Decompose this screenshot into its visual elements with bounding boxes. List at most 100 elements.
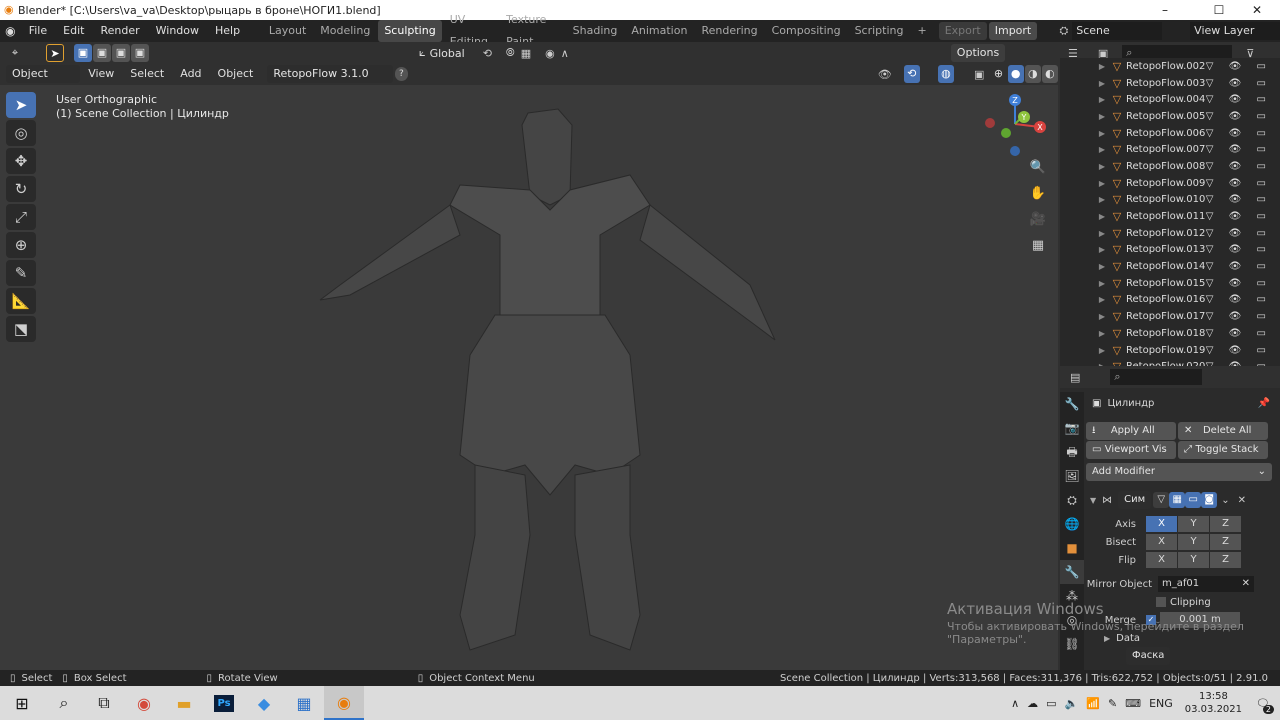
start-icon[interactable]: ⊞: [0, 686, 44, 720]
expand-arrow-icon[interactable]: ▶: [1096, 312, 1108, 321]
scene-tab-icon[interactable]: ⛭: [1060, 488, 1084, 512]
flip-x-toggle[interactable]: X: [1146, 552, 1177, 568]
edit-mode-icon[interactable]: ▦: [1169, 492, 1186, 508]
apply-all-button[interactable]: ⭳ Apply All: [1086, 422, 1176, 440]
visibility-toggles-icon[interactable]: ▽ 👁 ▭: [1206, 111, 1272, 122]
delete-all-button[interactable]: ✕ Delete All: [1178, 422, 1268, 440]
add-cube-tool-icon[interactable]: ⬔: [6, 316, 36, 342]
modifier-tab-icon[interactable]: 🔧: [1060, 560, 1084, 584]
snap-target-icon[interactable]: ▦: [521, 47, 531, 60]
menu-file[interactable]: File: [21, 20, 55, 42]
realtime-icon[interactable]: ▭: [1185, 492, 1202, 508]
editor-type-icon[interactable]: ⌖: [6, 44, 24, 62]
visibility-toggles-icon[interactable]: ▽ 👁 ▭: [1206, 78, 1272, 89]
outliner-row[interactable]: ▶ ▽ RetopoFlow.008 ▽ 👁 ▭: [1060, 158, 1280, 175]
pin-icon[interactable]: 📌: [1258, 398, 1270, 409]
object-tab-icon[interactable]: ■: [1060, 536, 1084, 560]
outliner-row[interactable]: ▶ ▽ RetopoFlow.003 ▽ 👁 ▭: [1060, 75, 1280, 92]
flip-z-toggle[interactable]: Z: [1210, 552, 1241, 568]
outliner-row[interactable]: ▶ ▽ RetopoFlow.007 ▽ 👁 ▭: [1060, 141, 1280, 158]
add-workspace-button[interactable]: +: [912, 20, 933, 42]
add-modifier-dropdown[interactable]: Add Modifier ⌄: [1086, 463, 1272, 481]
camera-icon[interactable]: 🎥: [1026, 212, 1050, 238]
annotate-tool-icon[interactable]: ✎: [6, 260, 36, 286]
menu-select[interactable]: Select: [122, 63, 172, 85]
visibility-toggles-icon[interactable]: ▽ 👁 ▭: [1206, 261, 1272, 272]
outliner-row[interactable]: ▶ ▽ RetopoFlow.012 ▽ 👁 ▭: [1060, 225, 1280, 242]
expand-arrow-icon[interactable]: ▶: [1096, 162, 1108, 171]
wireframe-shading-icon[interactable]: ⊕: [990, 65, 1007, 83]
expand-arrow-icon[interactable]: ▶: [1096, 262, 1108, 271]
menu-add[interactable]: Add: [172, 63, 209, 85]
axis-y-toggle[interactable]: Y: [1178, 516, 1209, 532]
visibility-toggles-icon[interactable]: ▽ 👁 ▭: [1206, 311, 1272, 322]
view-layer-tab-icon[interactable]: 🖼: [1060, 464, 1084, 488]
outliner-row[interactable]: ▶ ▽ RetopoFlow.016 ▽ 👁 ▭: [1060, 292, 1280, 309]
properties-editor-icon[interactable]: ▤: [1070, 371, 1080, 384]
photoshop-icon[interactable]: Ps: [204, 686, 244, 720]
visibility-toggles-icon[interactable]: ▽ 👁 ▭: [1206, 178, 1272, 189]
search-icon[interactable]: ⌕: [44, 686, 84, 720]
gizmo-toggle-icon[interactable]: ⟲: [903, 65, 920, 83]
visibility-toggles-icon[interactable]: ▽ 👁 ▭: [1206, 211, 1272, 222]
edit-cage-icon[interactable]: ▽: [1153, 492, 1170, 508]
battery-icon[interactable]: ▭: [1046, 697, 1056, 710]
flip-y-toggle[interactable]: Y: [1178, 552, 1209, 568]
task-view-icon[interactable]: ⧉: [84, 686, 124, 720]
clear-icon[interactable]: ✕: [1242, 576, 1250, 592]
help-icon[interactable]: ?: [395, 67, 408, 81]
visibility-toggles-icon[interactable]: ▽ 👁 ▭: [1206, 128, 1272, 139]
visibility-toggles-icon[interactable]: ▽ 👁 ▭: [1206, 161, 1272, 172]
outliner-row[interactable]: ▶ ▽ RetopoFlow.013 ▽ 👁 ▭: [1060, 242, 1280, 259]
outliner-row[interactable]: ▶ ▽ RetopoFlow.005 ▽ 👁 ▭: [1060, 108, 1280, 125]
viewport-vis-button[interactable]: ▭ Viewport Vis: [1086, 441, 1176, 459]
navigation-gizmo[interactable]: Z X Y: [980, 90, 1050, 160]
import-button[interactable]: Import: [988, 22, 1038, 40]
keyboard-icon[interactable]: ⌨: [1125, 697, 1141, 710]
outliner-row[interactable]: ▶ ▽ RetopoFlow.011 ▽ 👁 ▭: [1060, 208, 1280, 225]
visibility-toggles-icon[interactable]: ▽ 👁 ▭: [1206, 228, 1272, 239]
select-box-tool-icon[interactable]: ➤: [6, 92, 36, 118]
cloud-icon[interactable]: ☁: [1027, 697, 1038, 710]
snap-icon[interactable]: ⦾: [506, 46, 515, 60]
tab-scripting[interactable]: Scripting: [849, 20, 910, 42]
knight-model[interactable]: [300, 95, 800, 665]
expand-arrow-icon[interactable]: ▶: [1096, 79, 1108, 88]
select-mode-subtract-icon[interactable]: ▣: [112, 44, 130, 62]
pivot-icon[interactable]: ⟲: [483, 47, 492, 60]
world-tab-icon[interactable]: 🌐: [1060, 512, 1084, 536]
tab-animation[interactable]: Animation: [625, 20, 693, 42]
rotate-tool-icon[interactable]: ↻: [6, 176, 36, 202]
blender-taskbar-icon[interactable]: ◉: [324, 686, 364, 720]
cursor-tool-icon[interactable]: ◎: [6, 120, 36, 146]
orientation-dropdown[interactable]: Global: [430, 47, 465, 60]
tab-sculpting[interactable]: Sculpting: [378, 20, 442, 42]
modifier-name-field[interactable]: Сим: [1118, 491, 1152, 509]
select-tool-icon[interactable]: ➤: [46, 44, 64, 62]
zoom-icon[interactable]: 🔍: [1026, 160, 1050, 186]
xray-icon[interactable]: ▣: [974, 68, 984, 81]
outliner-row[interactable]: ▶ ▽ RetopoFlow.006 ▽ 👁 ▭: [1060, 125, 1280, 142]
options-dropdown[interactable]: Options: [950, 44, 1006, 62]
expand-arrow-icon[interactable]: ▶: [1096, 112, 1108, 121]
expand-arrow-icon[interactable]: ▶: [1096, 346, 1108, 355]
menu-edit[interactable]: Edit: [55, 20, 92, 42]
outliner-row[interactable]: ▶ ▽ RetopoFlow.010 ▽ 👁 ▭: [1060, 192, 1280, 209]
view-layer-selector[interactable]: View Layer: [1190, 22, 1280, 40]
menu-render[interactable]: Render: [92, 20, 147, 42]
expand-arrow-icon[interactable]: ▶: [1096, 245, 1108, 254]
outliner-row[interactable]: ▶ ▽ RetopoFlow.015 ▽ 👁 ▭: [1060, 275, 1280, 292]
modifier-menu-icon[interactable]: ⌄: [1221, 495, 1229, 506]
expand-arrow-icon[interactable]: ▶: [1096, 129, 1108, 138]
tab-layout[interactable]: Layout: [263, 20, 312, 42]
minimize-button[interactable]: –: [1142, 0, 1188, 20]
render-tab-icon[interactable]: 📷: [1060, 416, 1084, 440]
overlay-toggle-icon[interactable]: ◍: [937, 65, 954, 83]
expand-arrow-icon[interactable]: ▶: [1096, 195, 1108, 204]
collapse-icon[interactable]: ▼: [1090, 496, 1096, 505]
visibility-toggles-icon[interactable]: ▽ 👁 ▭: [1206, 94, 1272, 105]
expand-arrow-icon[interactable]: ▶: [1096, 329, 1108, 338]
transform-tool-icon[interactable]: ⊕: [6, 232, 36, 258]
move-tool-icon[interactable]: ✥: [6, 148, 36, 174]
language-indicator[interactable]: ENG: [1149, 697, 1173, 710]
